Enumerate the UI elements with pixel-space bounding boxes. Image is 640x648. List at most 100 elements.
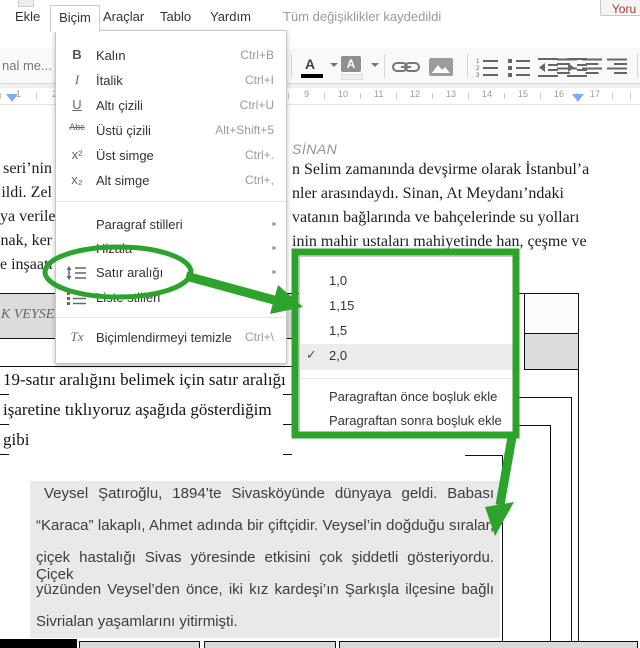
ruler-number: 17 (588, 89, 603, 99)
bold-icon: B (72, 47, 82, 62)
paragraph-line: “Karaca” lakaplı, Ahmet adında bir çiftç… (36, 517, 494, 534)
menu-tablo[interactable]: Tablo (160, 9, 191, 24)
ruler-number: 15 (516, 89, 531, 99)
highlight-color-icon[interactable]: A (341, 56, 365, 80)
ruler-tick (0, 424, 9, 425)
menu-item-hizala[interactable]: Hizala ► (56, 237, 286, 261)
align-center-icon[interactable] (582, 58, 602, 80)
numbered-list-icon[interactable]: 123 (475, 57, 499, 82)
doc-text-line: n Selim zamanında devşirme olarak İstanb… (292, 161, 590, 178)
ruler-number: 9 (302, 89, 312, 99)
table-cell (79, 641, 200, 648)
svg-text:3: 3 (476, 73, 480, 77)
menu-item-label: Altı çizili (96, 98, 143, 113)
menu-item-ust-simge[interactable]: x² Üst simge Ctrl+. (56, 144, 286, 168)
clipped-ui-fragment (18, 0, 34, 7)
ruler-tick (283, 424, 292, 425)
bulleted-list-icon[interactable] (507, 57, 531, 82)
chevron-down-icon[interactable] (371, 63, 379, 67)
paragraph-line: Veysel Şatıroğlu, 1894’te Sivasköyünde d… (44, 485, 494, 502)
toolbar-separator (467, 54, 468, 78)
clear-formatting-icon: Tx (70, 329, 84, 344)
menu-item-paragraf-stilleri[interactable]: Paragraf stilleri ► (56, 213, 286, 237)
line-spacing-icon (65, 266, 87, 280)
table-cell-dark (0, 639, 77, 648)
menu-bicim-label: Biçim (59, 10, 91, 25)
add-space-before-paragraph[interactable]: Paragraftan önce boşluk ekle (300, 385, 513, 409)
comments-button[interactable]: Yoru (600, 0, 640, 16)
spacing-option-label: Paragraftan önce boşluk ekle (329, 389, 498, 404)
menu-item-alt-simge[interactable]: x₂ Alt simge Ctrl+, (56, 169, 286, 193)
doc-text-fragment: seri’nin (3, 160, 52, 177)
indent-marker[interactable] (572, 94, 584, 102)
line-spacing-submenu: 1,0 1,15 1,5 ✓ 2,0 Paragraftan önce boşl… (299, 256, 514, 434)
insert-link-icon[interactable] (392, 60, 420, 79)
submenu-arrow-icon: ► (271, 245, 278, 252)
menu-item-label: İtalik (96, 73, 123, 88)
ruler-number: 12 (408, 89, 423, 99)
ruler-number: 11 (372, 89, 386, 99)
format-menu: B Kalın Ctrl+B I İtalik Ctrl+I U Altı çi… (55, 30, 287, 364)
menu-item-bicimlendirmeyi-temizle[interactable]: Tx Biçimlendirmeyi temizle Ctrl+\ (56, 326, 286, 350)
toolbar-separator (637, 54, 638, 78)
align-left-icon[interactable] (557, 58, 577, 80)
menu-item-label: Satır aralığı (96, 265, 164, 280)
spacing-option-1-0[interactable]: 1,0 (300, 269, 513, 293)
ruler-number: 13 (444, 89, 459, 99)
spacing-option-1-5[interactable]: 1,5 (300, 319, 513, 343)
doc-heading-sinan: SİNAN (292, 141, 338, 157)
text-color-swatch (301, 74, 323, 78)
save-status: Tüm değişiklikler kaydedildi (283, 9, 442, 24)
menu-shortcut: Ctrl+U (239, 98, 274, 112)
menu-item-label: Üstü çizili (96, 123, 151, 138)
menu-item-satir-araligi[interactable]: Satır aralığı ► (56, 261, 286, 285)
ruler-number: 16 (552, 89, 567, 99)
ruler-number: 14 (480, 89, 495, 99)
menu-araclar[interactable]: Araçlar (103, 9, 144, 24)
indent-marker[interactable] (6, 94, 18, 102)
doc-text-line: inin mahir ustaları mahiyetinde han, çeş… (292, 233, 587, 250)
nested-box-border (465, 455, 502, 456)
insert-image-icon[interactable] (429, 58, 453, 81)
ruler-tick (283, 454, 292, 455)
note-line: gibi (3, 430, 30, 449)
spacing-option-label: 1,0 (329, 273, 348, 288)
highlighted-paragraph: Veysel Şatıroğlu, 1894’te Sivasköyünde d… (30, 481, 500, 638)
menu-bicim[interactable]: Biçim (50, 5, 100, 32)
paragraph-style-dropdown[interactable]: nal me... (2, 58, 52, 73)
menu-shortcut: Ctrl+. (244, 148, 274, 162)
menu-item-alti-cizili[interactable]: U Altı çizili Ctrl+U (56, 94, 286, 118)
superscript-icon: x² (71, 147, 83, 162)
align-right-icon[interactable] (607, 58, 627, 80)
ruler-tick (0, 454, 9, 455)
paragraph-line: Sivrialan yaşamlarını yitirmişti. (36, 613, 238, 630)
menu-shortcut: Ctrl+\ (244, 330, 274, 344)
menu-item-label: Alt simge (96, 173, 150, 188)
menu-item-kalin[interactable]: B Kalın Ctrl+B (56, 44, 286, 68)
spacing-option-label: 2,0 (329, 348, 348, 363)
menu-item-ustu-cizili[interactable]: Abc Üstü çizili Alt+Shift+5 (56, 119, 286, 143)
doc-text-line: nler arasındaydı. Sinan, At Meydanı’ndak… (292, 185, 564, 202)
svg-text:2: 2 (476, 66, 480, 72)
nested-box-border (502, 455, 503, 641)
menu-ekle[interactable]: Ekle (15, 9, 40, 24)
highlight-glyph: A (341, 56, 361, 72)
add-space-after-paragraph[interactable]: Paragraftan sonra boşluk ekle (300, 409, 513, 433)
nested-box-border (550, 425, 551, 641)
doc-text-line: vatanın bağlarında ve bahçelerinde su yo… (292, 209, 580, 226)
menu-item-label: Liste stilleri (96, 290, 161, 305)
text-color-icon[interactable]: A (301, 56, 325, 80)
doc-heading-veysel: K VEYSEL (1, 307, 63, 322)
spacing-option-2-0[interactable]: ✓ 2,0 (300, 344, 513, 370)
table-cell (204, 641, 336, 648)
chevron-down-icon[interactable] (330, 63, 338, 67)
note-line: 19-satır aralığını belimek için satır ar… (3, 370, 286, 389)
decrease-indent-icon[interactable] (537, 57, 559, 82)
menu-item-italik[interactable]: I İtalik Ctrl+I (56, 69, 286, 93)
spacing-option-1-15[interactable]: 1,15 (300, 294, 513, 318)
menu-shortcut: Ctrl+I (244, 73, 274, 87)
menu-item-label: Paragraf stilleri (96, 217, 183, 232)
menu-yardim[interactable]: Yardım (210, 9, 251, 24)
ruler-number: 10 (336, 89, 351, 99)
menu-item-liste-stilleri[interactable]: Liste stilleri ► (56, 286, 286, 310)
